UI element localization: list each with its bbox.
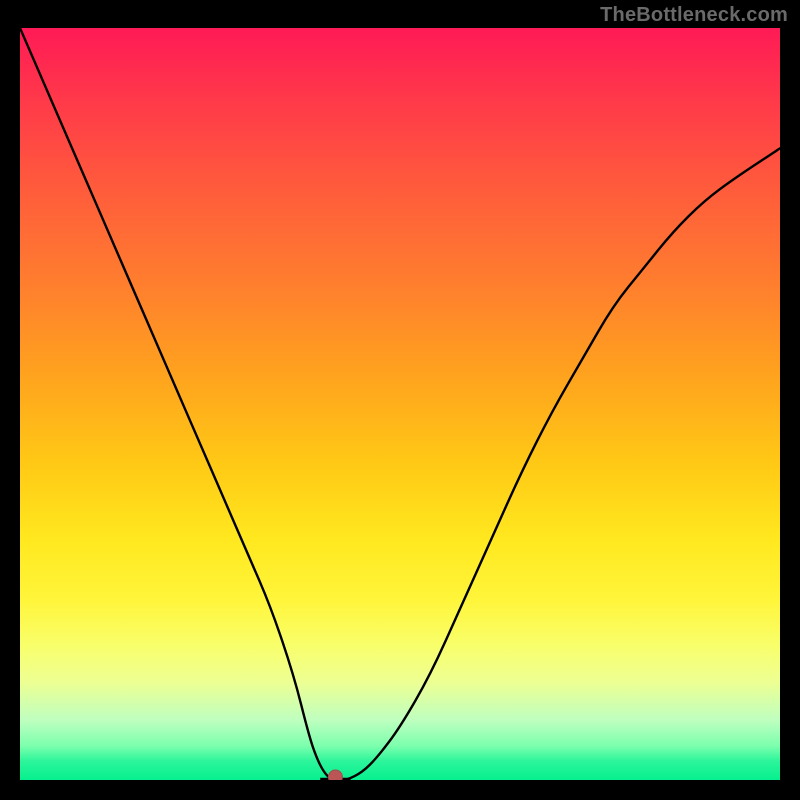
chart-stage: TheBottleneck.com: [0, 0, 800, 800]
watermark-label: TheBottleneck.com: [600, 4, 788, 27]
plot-area: [20, 28, 780, 780]
bottleneck-curve-path: [20, 28, 780, 780]
bottleneck-curve-svg: [20, 28, 780, 780]
minimum-marker-dot: [328, 770, 342, 780]
